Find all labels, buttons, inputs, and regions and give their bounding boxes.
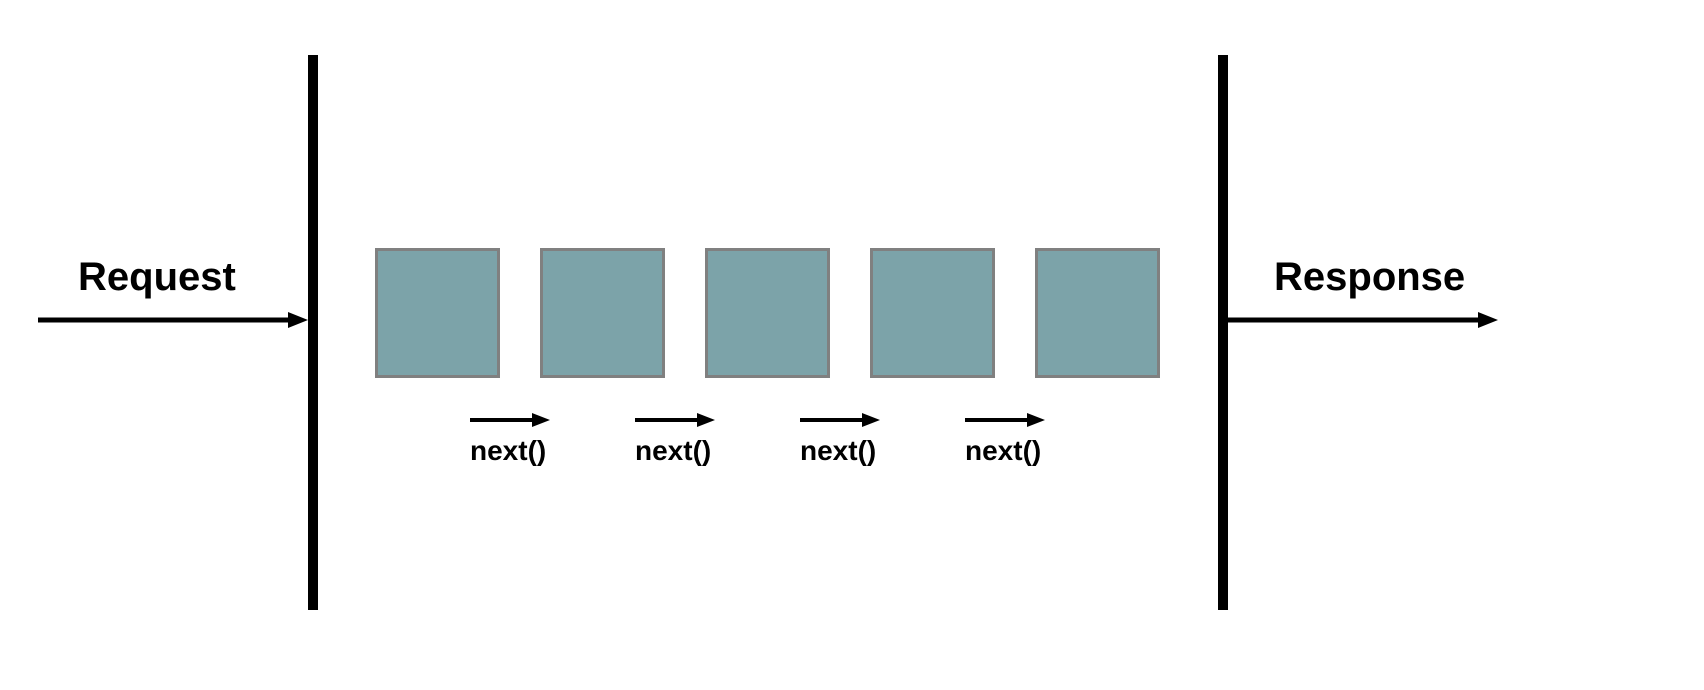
request-label: Request [78,255,236,300]
next-label: next() [470,435,546,467]
response-arrow-icon [1228,310,1498,330]
left-boundary-bar [308,55,318,610]
next-label: next() [965,435,1041,467]
right-boundary-bar [1218,55,1228,610]
next-arrow-icon [800,412,880,428]
middleware-box [375,248,500,378]
next-label: next() [635,435,711,467]
middleware-box [540,248,665,378]
next-arrow-icon [470,412,550,428]
middleware-box [705,248,830,378]
next-arrow-icon [965,412,1045,428]
next-arrow-icon [635,412,715,428]
next-label: next() [800,435,876,467]
middleware-box [1035,248,1160,378]
response-label: Response [1274,255,1465,300]
request-arrow-icon [38,310,308,330]
middleware-box [870,248,995,378]
